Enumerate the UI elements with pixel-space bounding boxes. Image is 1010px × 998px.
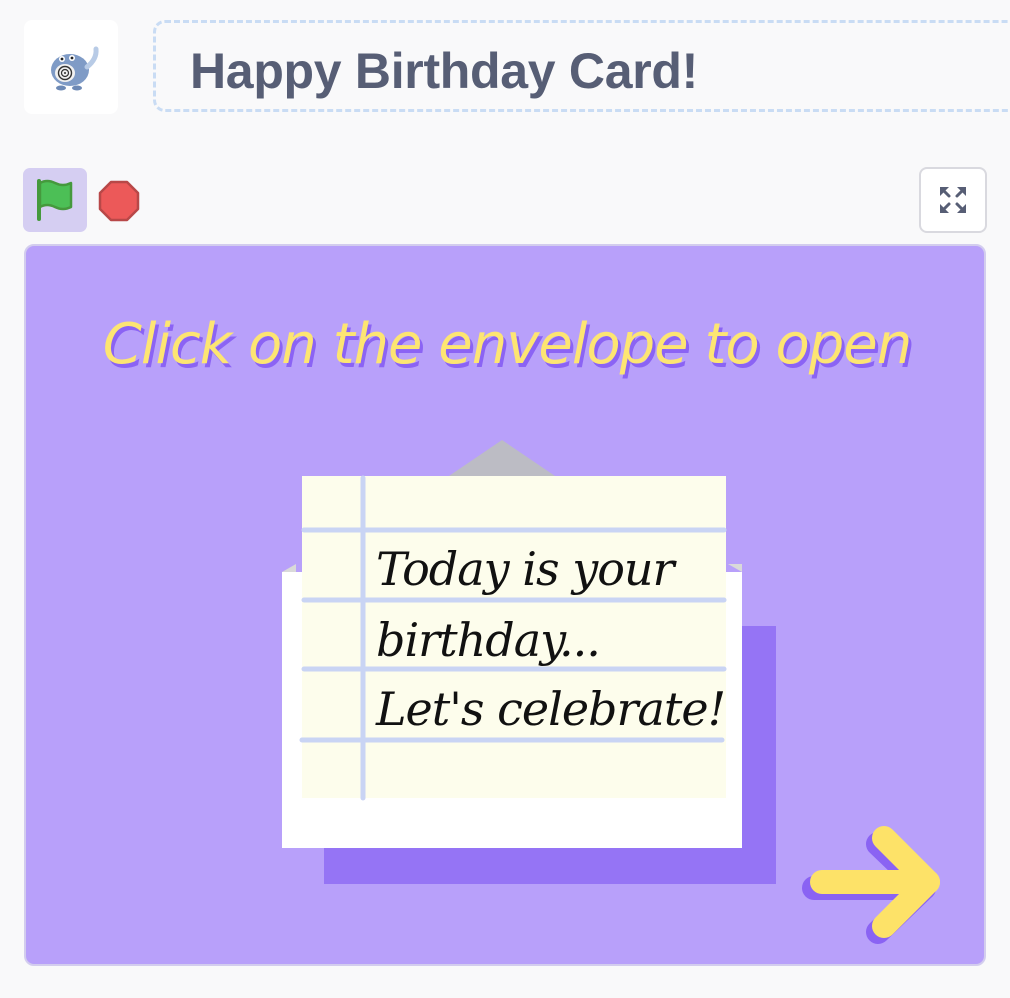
stage-instruction-text: Click on the envelope to open	[102, 312, 912, 377]
green-flag-button[interactable]	[23, 168, 87, 232]
envelope-flap	[446, 440, 558, 478]
letter-line-1: Today is your	[376, 542, 675, 596]
project-title[interactable]: Happy Birthday Card!	[190, 42, 698, 100]
fullscreen-button[interactable]	[919, 167, 987, 233]
green-flag-icon	[37, 179, 73, 221]
letter-line-3: Let's celebrate!	[376, 682, 726, 736]
letter-line-2: birthday...	[376, 613, 601, 667]
fullscreen-icon	[940, 187, 966, 213]
project-title-field[interactable]: Happy Birthday Card!	[153, 20, 1010, 112]
project-avatar[interactable]	[24, 20, 118, 114]
project-page: Happy Birthday Card! Click on the envelo…	[0, 0, 1010, 998]
poliwag-avatar-icon	[51, 46, 99, 91]
project-stage[interactable]: Click on the envelope to open Today is y…	[24, 244, 986, 966]
stop-button[interactable]	[96, 178, 142, 224]
stop-sign-icon	[98, 180, 140, 222]
